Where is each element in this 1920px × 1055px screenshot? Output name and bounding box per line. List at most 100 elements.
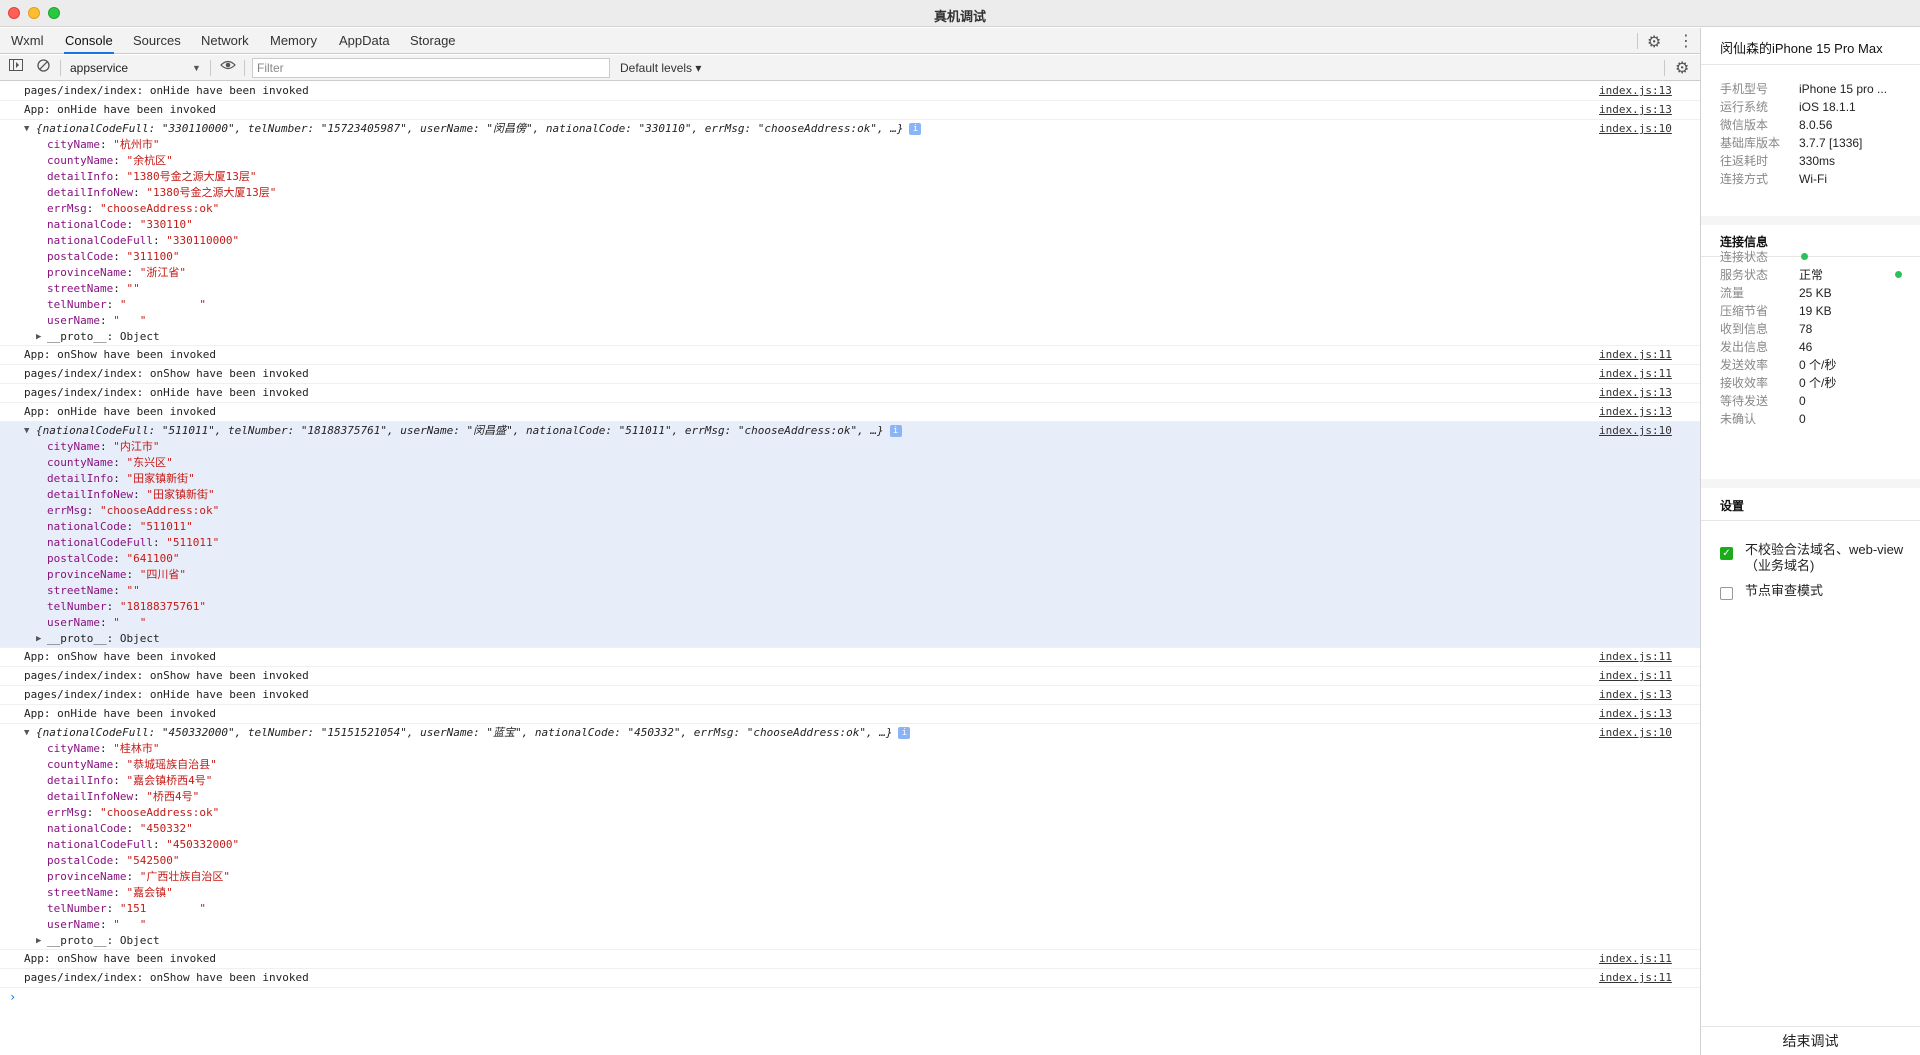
object-property: userName: " " xyxy=(0,313,1700,329)
node-inspect-checkbox[interactable] xyxy=(1720,587,1733,600)
info-icon[interactable]: i xyxy=(889,425,902,437)
object-summary[interactable]: ▼ {nationalCodeFull: "511011", telNumber:… xyxy=(0,423,1700,439)
info-key: 等待发送 xyxy=(1720,394,1769,408)
source-link[interactable]: index.js:13 xyxy=(1599,705,1672,723)
source-link[interactable]: index.js:13 xyxy=(1599,686,1672,704)
info-row: 服务状态 正常 xyxy=(1720,266,1910,284)
property-colon: : xyxy=(152,838,167,851)
property-value: "511011" xyxy=(139,520,193,533)
source-link[interactable]: index.js:11 xyxy=(1599,346,1672,364)
tab-console[interactable]: Console xyxy=(64,28,114,54)
log-line: pages/index/index: onShow have been invo… xyxy=(0,969,1700,988)
source-link[interactable]: index.js:13 xyxy=(1599,403,1672,421)
settings-gear-icon[interactable]: ⚙ xyxy=(1647,32,1661,52)
object-summary[interactable]: ▼ {nationalCodeFull: "450332000", telNumb… xyxy=(0,725,1700,741)
live-expression-eye-icon[interactable] xyxy=(220,58,236,75)
info-value: 0 个/秒 xyxy=(1799,376,1837,390)
info-row: 发送效率 0 个/秒 xyxy=(1720,356,1910,374)
property-value: " " xyxy=(113,918,147,931)
property-value: "余杭区" xyxy=(126,154,173,167)
object-summary[interactable]: ▼ {nationalCodeFull: "330110000", telNumb… xyxy=(0,121,1700,137)
info-icon[interactable]: i xyxy=(898,727,911,739)
divider xyxy=(1701,520,1920,521)
object-property: postalCode: "542500" xyxy=(0,853,1700,869)
log-message: pages/index/index: onHide have been invo… xyxy=(24,386,309,399)
source-link[interactable]: index.js:11 xyxy=(1599,648,1672,666)
property-key: cityName xyxy=(47,440,100,453)
expand-caret-icon[interactable]: ▶ xyxy=(36,329,41,345)
panel-tab-bar: Wxml Console Sources Network Memory AppD… xyxy=(0,28,1700,54)
property-key: nationalCodeFull xyxy=(47,536,153,549)
divider xyxy=(1701,64,1920,65)
filter-input[interactable] xyxy=(252,58,610,78)
property-key: cityName xyxy=(47,138,100,151)
property-key: telNumber xyxy=(47,600,107,613)
console-settings-icon[interactable]: ⚙ xyxy=(1675,58,1689,78)
source-link[interactable]: index.js:11 xyxy=(1599,950,1672,968)
toolbar-divider xyxy=(1664,60,1665,76)
expand-caret-icon[interactable]: ▶ xyxy=(36,933,41,949)
property-value: "18188375761" xyxy=(119,600,206,613)
property-key: streetName xyxy=(47,282,114,295)
source-link[interactable]: index.js:10 xyxy=(1599,725,1672,741)
sidebar-toggle-icon[interactable] xyxy=(9,59,23,74)
context-select[interactable]: appservice xyxy=(66,58,202,78)
expand-caret-icon[interactable]: ▼ xyxy=(24,121,29,137)
object-property: userName: " " xyxy=(0,615,1700,631)
expand-caret-icon[interactable]: ▼ xyxy=(24,423,29,439)
object-property: detailInfoNew: "1380号金之源大厦13层" xyxy=(0,185,1700,201)
source-link[interactable]: index.js:13 xyxy=(1599,384,1672,402)
source-link[interactable]: index.js:13 xyxy=(1599,101,1672,119)
end-debug-button[interactable]: 结束调试 xyxy=(1701,1026,1920,1055)
tab-storage[interactable]: Storage xyxy=(409,28,457,54)
property-value: "450332" xyxy=(139,822,193,835)
property-colon: : xyxy=(152,234,167,247)
info-key: 连接状态 xyxy=(1720,250,1769,264)
expand-caret-icon[interactable]: ▶ xyxy=(36,631,41,647)
tab-network[interactable]: Network xyxy=(200,28,250,54)
log-levels-dropdown[interactable]: Default levels ▾ xyxy=(620,58,701,78)
property-key: detailInfoNew xyxy=(47,186,134,199)
property-value: "chooseAddress:ok" xyxy=(100,504,220,517)
property-value: "田家镇新街" xyxy=(126,472,195,485)
property-key: nationalCodeFull xyxy=(47,838,153,851)
expand-caret-icon[interactable]: ▼ xyxy=(24,725,29,741)
skip-domain-check-checkbox[interactable]: ✓ xyxy=(1720,547,1733,560)
source-link[interactable]: index.js:11 xyxy=(1599,969,1672,987)
property-key: nationalCode xyxy=(47,218,127,231)
clear-console-icon[interactable] xyxy=(37,59,50,75)
info-row: 发出信息 46 xyxy=(1720,338,1910,356)
object-summary-text: {nationalCodeFull: "511011", telNumber: … xyxy=(36,424,884,437)
connection-status-dot-icon xyxy=(1801,253,1808,260)
property-colon: : xyxy=(113,886,127,899)
info-icon[interactable]: i xyxy=(909,123,922,135)
property-key: errMsg xyxy=(47,806,87,819)
tab-memory[interactable]: Memory xyxy=(269,28,318,54)
source-link[interactable]: index.js:10 xyxy=(1599,121,1672,137)
tab-wxml[interactable]: Wxml xyxy=(10,28,45,54)
log-message: App: onHide have been invoked xyxy=(24,405,217,418)
tab-sources[interactable]: Sources xyxy=(132,28,182,54)
object-property: telNumber: " " xyxy=(0,297,1700,313)
object-property: detailInfoNew: "田家镇新街" xyxy=(0,487,1700,503)
tab-appdata[interactable]: AppData xyxy=(338,28,391,54)
property-colon: : xyxy=(113,584,127,597)
console-prompt[interactable]: › xyxy=(0,988,1700,1006)
property-colon: : xyxy=(113,774,127,787)
info-row: 连接方式 Wi-Fi xyxy=(1720,170,1910,188)
info-key: 连接方式 xyxy=(1720,172,1769,186)
proto-property[interactable]: ▶ __proto__: Object xyxy=(0,631,1700,647)
context-caret-icon[interactable]: ▼ xyxy=(192,58,201,78)
node-inspect-label: 节点审查模式 xyxy=(1745,583,1824,598)
source-link[interactable]: index.js:13 xyxy=(1599,82,1672,100)
log-line: App: onHide have been invoked index.js:13 xyxy=(0,101,1700,120)
more-options-icon[interactable]: ⋮ xyxy=(1678,31,1694,51)
proto-property[interactable]: ▶ __proto__: Object xyxy=(0,933,1700,949)
object-property: postalCode: "641100" xyxy=(0,551,1700,567)
source-link[interactable]: index.js:11 xyxy=(1599,667,1672,685)
object-log-entry: ▼ {nationalCodeFull: "330110000", telNumb… xyxy=(0,120,1700,346)
proto-property[interactable]: ▶ __proto__: Object xyxy=(0,329,1700,345)
toolbar-divider xyxy=(244,60,245,76)
source-link[interactable]: index.js:10 xyxy=(1599,423,1672,439)
source-link[interactable]: index.js:11 xyxy=(1599,365,1672,383)
